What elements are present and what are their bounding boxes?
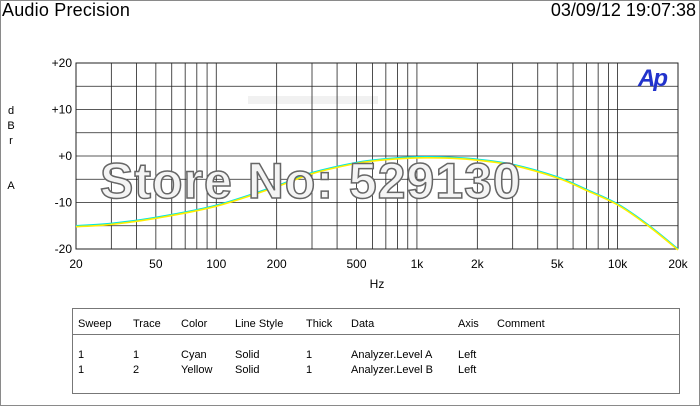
x-tick-label: 5k xyxy=(551,257,565,271)
x-tick-label: 200 xyxy=(267,257,287,271)
x-tick-label: 20k xyxy=(668,257,688,271)
legend-row: 1 1 Cyan Solid 1 Analyzer.Level A Left xyxy=(73,349,679,363)
y-tick-label: +20 xyxy=(52,56,73,70)
legend-header-data: Data xyxy=(351,318,375,330)
legend-header-color: Color xyxy=(181,318,208,330)
legend-cell-sweep: 1 xyxy=(78,349,85,361)
x-tick-label: 2k xyxy=(471,257,485,271)
x-tick-label: 10k xyxy=(608,257,628,271)
legend-cell-axis: Left xyxy=(458,364,477,376)
legend-header-axis: Axis xyxy=(458,318,479,330)
legend-cell-trace: 1 xyxy=(133,349,140,361)
legend-header-comment: Comment xyxy=(497,318,545,330)
legend-header-line-style: Line Style xyxy=(235,318,284,330)
legend-cell-line-style: Solid xyxy=(235,364,260,376)
x-tick-label: 500 xyxy=(347,257,367,271)
legend-header-sweep: Sweep xyxy=(78,318,112,330)
y-tick-label: +10 xyxy=(52,103,73,117)
plot-glare xyxy=(248,96,378,104)
legend-cell-axis: Left xyxy=(458,349,477,361)
trace-legend-table: Sweep Trace Color Line Style Thick Data … xyxy=(72,308,680,394)
legend-cell-line-style: Solid xyxy=(235,349,260,361)
legend-cell-data: Analyzer.Level B xyxy=(351,364,433,376)
legend-divider xyxy=(73,334,679,335)
y-tick-label: +0 xyxy=(58,149,72,163)
x-tick-label: 100 xyxy=(206,257,226,271)
legend-header-trace: Trace xyxy=(133,318,161,330)
legend-header-row: Sweep Trace Color Line Style Thick Data … xyxy=(73,318,679,332)
y-tick-label: -20 xyxy=(55,242,73,256)
y-tick-label: -10 xyxy=(55,196,73,210)
legend-header-thick: Thick xyxy=(306,318,333,330)
ap-logo: Ap xyxy=(638,65,668,92)
x-tick-label: 50 xyxy=(149,257,163,271)
legend-cell-data: Analyzer.Level A xyxy=(351,349,433,361)
legend-cell-sweep: 1 xyxy=(78,364,85,376)
legend-cell-thick: 1 xyxy=(306,364,313,376)
x-tick-label: 1k xyxy=(411,257,425,271)
legend-cell-color: Cyan xyxy=(181,349,207,361)
legend-cell-thick: 1 xyxy=(306,349,313,361)
legend-row: 1 2 Yellow Solid 1 Analyzer.Level B Left xyxy=(73,364,679,378)
legend-cell-trace: 2 xyxy=(133,364,140,376)
legend-cell-color: Yellow xyxy=(181,364,213,376)
x-axis-label: Hz xyxy=(370,277,385,291)
x-tick-label: 20 xyxy=(69,257,83,271)
